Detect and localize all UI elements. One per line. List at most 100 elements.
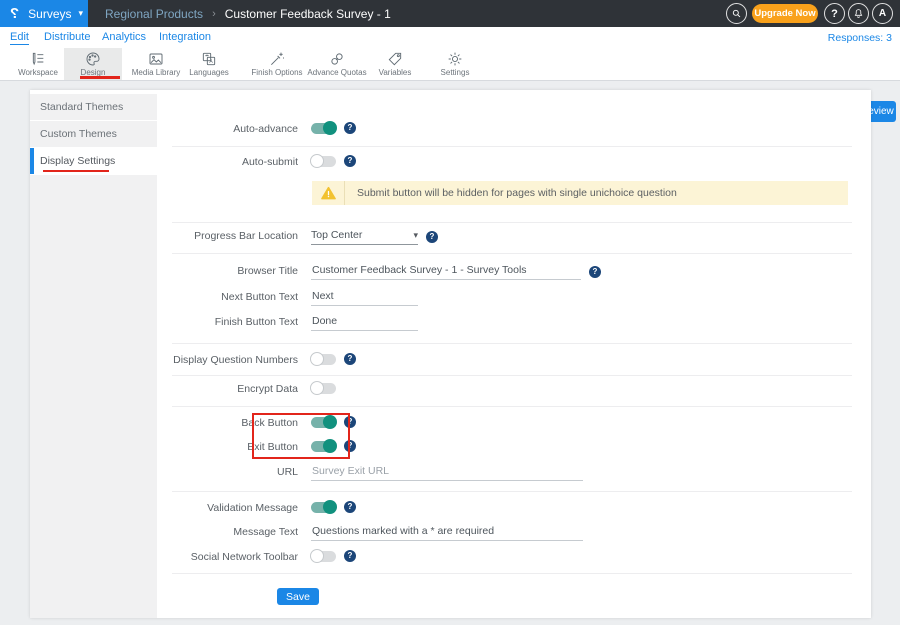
question-mark-icon: ? [831,8,838,20]
warning-icon [312,181,345,205]
help-icon[interactable]: ? [344,155,356,167]
active-tab-annotation-underline [80,76,120,79]
setting-row-browser-title: Browser Title ? [0,264,900,280]
row-divider [172,375,852,376]
validation-message-toggle[interactable] [311,502,336,513]
toggle-knob [310,549,324,563]
tab-media-library[interactable]: Media Library [127,48,185,80]
toggle-knob [323,500,337,514]
chevron-down-icon: ▾ [413,230,418,241]
toggle-knob [323,121,337,135]
setting-label: Auto-submit [120,156,298,168]
help-icon[interactable]: ? [344,550,356,562]
setting-label: Encrypt Data [120,383,298,395]
account-avatar-button[interactable]: A [872,3,893,24]
row-divider [172,406,852,407]
tab-finish-options[interactable]: Finish Options [248,48,306,80]
tab-design[interactable]: Design [64,48,122,80]
nav-tab-analytics[interactable]: Analytics [102,31,146,43]
surveys-product-menu[interactable]: ? Surveys ▾ [0,0,88,27]
tab-variables[interactable]: Variables [366,48,424,80]
nav-tab-distribute[interactable]: Distribute [44,31,90,43]
variables-icon [387,51,403,67]
message-text-input[interactable] [311,525,583,541]
help-icon[interactable]: ? [589,266,601,278]
toggle-knob [310,381,324,395]
encrypt-data-toggle[interactable] [311,383,336,394]
questionpro-logo-icon: ? [10,5,19,22]
responses-count[interactable]: Responses: 3 [828,32,892,44]
design-icon [85,51,101,67]
setting-row-finish-button-text: Finish Button Text [0,315,900,331]
setting-label: Message Text [120,526,298,538]
help-icon[interactable]: ? [344,122,356,134]
tab-label: Media Library [132,68,180,77]
setting-row-validation-message: Validation Message ? [0,501,900,517]
search-icon [731,8,742,19]
breadcrumb-parent-link[interactable]: Regional Products [105,7,203,21]
setting-row-social-network-toolbar: Social Network Toolbar ? [0,550,900,566]
save-button[interactable]: Save [277,588,319,605]
help-icon[interactable]: ? [426,231,438,243]
setting-label: Next Button Text [120,291,298,303]
toggle-knob [310,154,324,168]
browser-title-input[interactable] [311,264,581,280]
product-menu-label: Surveys [28,7,71,21]
auto-advance-toggle[interactable] [311,123,336,134]
tab-label: Workspace [18,68,58,77]
setting-label: Validation Message [120,502,298,514]
nav-tab-edit[interactable]: Edit [10,31,29,45]
finish-options-icon [269,51,285,67]
help-icon[interactable]: ? [344,501,356,513]
help-icon[interactable]: ? [344,353,356,365]
tab-settings[interactable]: Settings [426,48,484,80]
setting-label: Display Question Numbers [120,354,298,366]
setting-row-encrypt-data: Encrypt Data [0,382,900,398]
warning-text: Submit button will be hidden for pages w… [345,187,677,199]
row-divider [172,253,852,254]
row-divider [172,491,852,492]
advance-quotas-icon [329,51,345,67]
app-root: ? Surveys ▾ Regional Products › Customer… [0,0,900,625]
tab-label: Variables [379,68,412,77]
tab-label: Settings [441,68,470,77]
setting-row-message-text: Message Text [0,525,900,541]
auto-submit-toggle[interactable] [311,156,336,167]
setting-row-auto-submit: Auto-submit ? [0,155,900,171]
setting-label: Progress Bar Location [120,230,298,242]
setting-row-exit-url: URL [0,465,900,481]
settings-icon [447,51,463,67]
upgrade-now-button[interactable]: Upgrade Now [752,4,818,23]
row-divider [172,222,852,223]
setting-row-back-button: Back Button ? [0,416,900,432]
setting-label: URL [120,466,298,478]
survey-exit-url-input[interactable] [311,465,583,481]
social-network-toolbar-toggle[interactable] [311,551,336,562]
tab-label: Advance Quotas [307,68,366,77]
tab-workspace[interactable]: Workspace [9,48,67,80]
setting-row-progress-bar-location: Progress Bar Location Top Center ▾ ? [0,229,900,245]
warning-banner: Submit button will be hidden for pages w… [312,181,848,205]
progress-bar-location-select[interactable]: Top Center ▾ [311,229,418,245]
tab-label: Languages [189,68,229,77]
top-header-bar: ? Surveys ▾ Regional Products › Customer… [0,0,900,27]
languages-icon: A [201,51,217,67]
finish-button-text-input[interactable] [311,315,418,331]
notifications-button[interactable] [848,3,869,24]
next-button-text-input[interactable] [311,290,418,306]
selected-option: Top Center [311,229,362,241]
nav-tab-integration[interactable]: Integration [159,31,211,43]
setting-row-exit-button: Exit Button ? [0,440,900,456]
workspace-icon [30,51,46,67]
tab-advance-quotas[interactable]: Advance Quotas [308,48,366,80]
help-menu-button[interactable]: ? [824,3,845,24]
avatar: A [879,8,886,19]
tab-languages[interactable]: A Languages [180,48,238,80]
sidebar-item-standard-themes[interactable]: Standard Themes [30,94,157,120]
search-button[interactable] [726,3,747,24]
bell-icon [853,8,864,19]
display-question-numbers-toggle[interactable] [311,354,336,365]
row-divider [172,573,852,574]
row-divider [172,343,852,344]
row-divider [172,146,852,147]
